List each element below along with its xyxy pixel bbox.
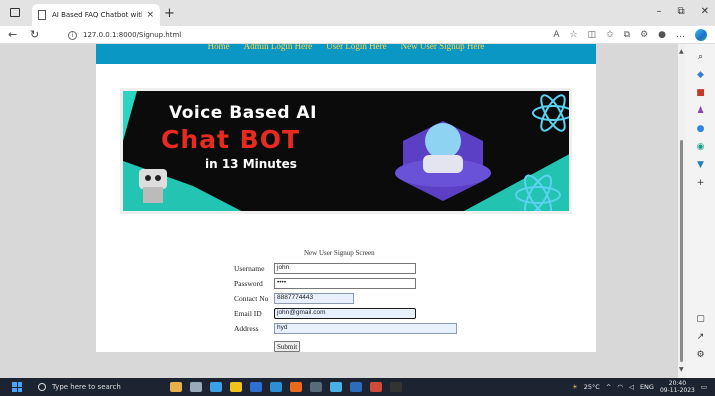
taskbar-apps <box>170 382 402 392</box>
notifications-icon[interactable]: ▭ <box>701 383 707 391</box>
sidebar-add-icon[interactable]: + <box>696 178 706 188</box>
more-menu-icon[interactable]: … <box>676 30 685 40</box>
clock[interactable]: 20:40 09-11-2023 <box>660 380 695 394</box>
email-label: Email ID <box>234 309 262 318</box>
sidebar-office-icon[interactable]: ● <box>696 124 706 134</box>
word-icon[interactable] <box>350 382 362 392</box>
tab-actions-icon[interactable] <box>10 8 20 17</box>
submit-button[interactable]: Submit <box>274 341 301 352</box>
python-icon[interactable] <box>370 382 382 392</box>
language-indicator[interactable]: ENG <box>640 383 654 391</box>
sidebar-tag-icon[interactable]: ◆ <box>696 70 706 80</box>
profile-icon[interactable]: ● <box>658 30 666 40</box>
search-icon <box>38 383 46 391</box>
sidebar-search-icon[interactable]: ⌕ <box>696 52 706 62</box>
form-heading: New User Signup Screen <box>304 249 375 257</box>
address-label: Address <box>234 324 259 333</box>
contact-label: Contact No <box>234 294 269 303</box>
banner-title-line3: in 13 Minutes <box>205 157 297 171</box>
banner-title-line1: Voice Based AI <box>169 103 317 123</box>
sidebar-shopping-icon[interactable]: ■ <box>696 88 706 98</box>
email-row: Email ID john@gmail.com <box>234 308 416 319</box>
sidebar-external-icon[interactable]: ↗ <box>696 332 706 342</box>
site-info-icon[interactable]: i <box>68 30 77 40</box>
notepad-icon[interactable] <box>330 382 342 392</box>
clock-date: 09-11-2023 <box>659 387 695 394</box>
username-row: Username john <box>234 263 416 274</box>
collections-icon[interactable]: ⧉ <box>624 30 630 40</box>
cmd-icon[interactable] <box>390 382 402 392</box>
page-content: Home Admin Login Here User Login Here Ne… <box>96 44 596 352</box>
edge-sidebar: ⌕ ◆ ■ ♟ ● ◉ ▼ + ▢ ↗ ⚙ <box>686 44 715 378</box>
sidebar-people-icon[interactable]: ♟ <box>696 106 706 116</box>
search-placeholder: Type here to search <box>52 383 121 391</box>
url-text: 127.0.0.1:8000/Signup.html <box>83 31 182 39</box>
weather-temp[interactable]: 25°C <box>584 383 600 391</box>
password-row: Password •••• <box>234 278 416 289</box>
volume-icon[interactable]: ◁ <box>629 383 634 391</box>
browser-tab-strip: AI Based FAQ Chatbot with Voic × + – ⧉ ✕ <box>0 0 715 26</box>
read-aloud-icon[interactable]: A <box>553 30 559 40</box>
username-label: Username <box>234 264 265 273</box>
back-icon[interactable]: ← <box>8 28 17 41</box>
browser-tab[interactable]: AI Based FAQ Chatbot with Voic × <box>32 4 160 26</box>
scrollbar-thumb[interactable] <box>680 140 683 362</box>
banner-title-line2: Chat BOT <box>161 125 301 154</box>
window-controls: – ⧉ ✕ <box>656 6 709 17</box>
contact-input[interactable]: 8887774443 <box>274 293 354 304</box>
close-tab-icon[interactable]: × <box>146 10 154 20</box>
favorites-icon[interactable]: ✩ <box>606 30 614 40</box>
username-input[interactable]: john <box>274 263 416 274</box>
taskbar-app-people-icon[interactable] <box>170 382 182 392</box>
scroll-down-icon[interactable]: ▼ <box>679 366 684 373</box>
page-viewport: Home Admin Login Here User Login Here Ne… <box>0 44 678 378</box>
extensions-icon[interactable]: ⚙ <box>640 30 648 40</box>
password-input[interactable]: •••• <box>274 278 416 289</box>
password-label: Password <box>234 279 263 288</box>
window-close-button[interactable]: ✕ <box>701 6 709 17</box>
nav-link-home[interactable]: Home <box>208 44 230 64</box>
windows-taskbar: Type here to search ☀ 25°C ^ ◠ ◁ ENG 20:… <box>0 378 715 396</box>
chatbot-banner-image: Voice Based AI Chat BOT in 13 Minutes <box>120 88 572 214</box>
mail-icon[interactable] <box>270 382 282 392</box>
sidebar-settings-icon[interactable]: ⚙ <box>696 350 706 360</box>
sidebar-panel-icon[interactable]: ▢ <box>696 314 706 324</box>
copilot-icon[interactable] <box>695 29 707 41</box>
address-input[interactable]: hyd <box>274 323 457 334</box>
email-input[interactable]: john@gmail.com <box>274 308 416 319</box>
restore-button[interactable]: ⧉ <box>677 6 684 17</box>
edge-taskbar-icon[interactable] <box>210 382 222 392</box>
url-bar[interactable]: i 127.0.0.1:8000/Signup.html <box>68 27 548 43</box>
scroll-up-icon[interactable]: ▲ <box>679 48 684 55</box>
refresh-icon[interactable]: ↻ <box>30 28 39 41</box>
tab-title: AI Based FAQ Chatbot with Voic <box>52 11 142 19</box>
network-icon[interactable]: ◠ <box>617 383 623 391</box>
taskbar-search[interactable]: Type here to search <box>38 380 138 394</box>
sidebar-games-icon[interactable]: ▼ <box>696 160 706 170</box>
nav-link-user-login[interactable]: User Login Here <box>326 44 386 64</box>
address-row: Address hyd <box>234 323 457 334</box>
file-explorer-icon[interactable] <box>230 382 242 392</box>
nav-link-signup[interactable]: New User Signup Here <box>401 44 485 64</box>
new-tab-button[interactable]: + <box>164 6 175 21</box>
address-bar-row: ← ↻ i 127.0.0.1:8000/Signup.html A ☆ ◫ ✩… <box>0 26 715 44</box>
sidebar-outlook-icon[interactable]: ◉ <box>696 142 706 152</box>
contact-row: Contact No 8887774443 <box>234 293 354 304</box>
page-icon <box>38 10 46 20</box>
clock-time: 20:40 <box>668 380 687 387</box>
nav-link-admin-login[interactable]: Admin Login Here <box>244 44 312 64</box>
system-tray: ☀ 25°C ^ ◠ ◁ ENG 20:40 09-11-2023 ▭ <box>572 380 715 394</box>
firefox-icon[interactable] <box>290 382 302 392</box>
task-view-icon[interactable] <box>190 382 202 392</box>
split-screen-icon[interactable]: ◫ <box>588 30 597 40</box>
toolbar-icons: A ☆ ◫ ✩ ⧉ ⚙ ● … <box>553 29 707 41</box>
tray-chevron-icon[interactable]: ^ <box>606 383 611 391</box>
weather-icon[interactable]: ☀ <box>572 383 578 391</box>
store-icon[interactable] <box>250 382 262 392</box>
minimize-button[interactable]: – <box>656 6 661 17</box>
terminal-icon[interactable] <box>310 382 322 392</box>
favorite-star-icon[interactable]: ☆ <box>569 30 577 40</box>
site-navbar: Home Admin Login Here User Login Here Ne… <box>96 44 596 64</box>
start-icon[interactable] <box>12 382 22 392</box>
